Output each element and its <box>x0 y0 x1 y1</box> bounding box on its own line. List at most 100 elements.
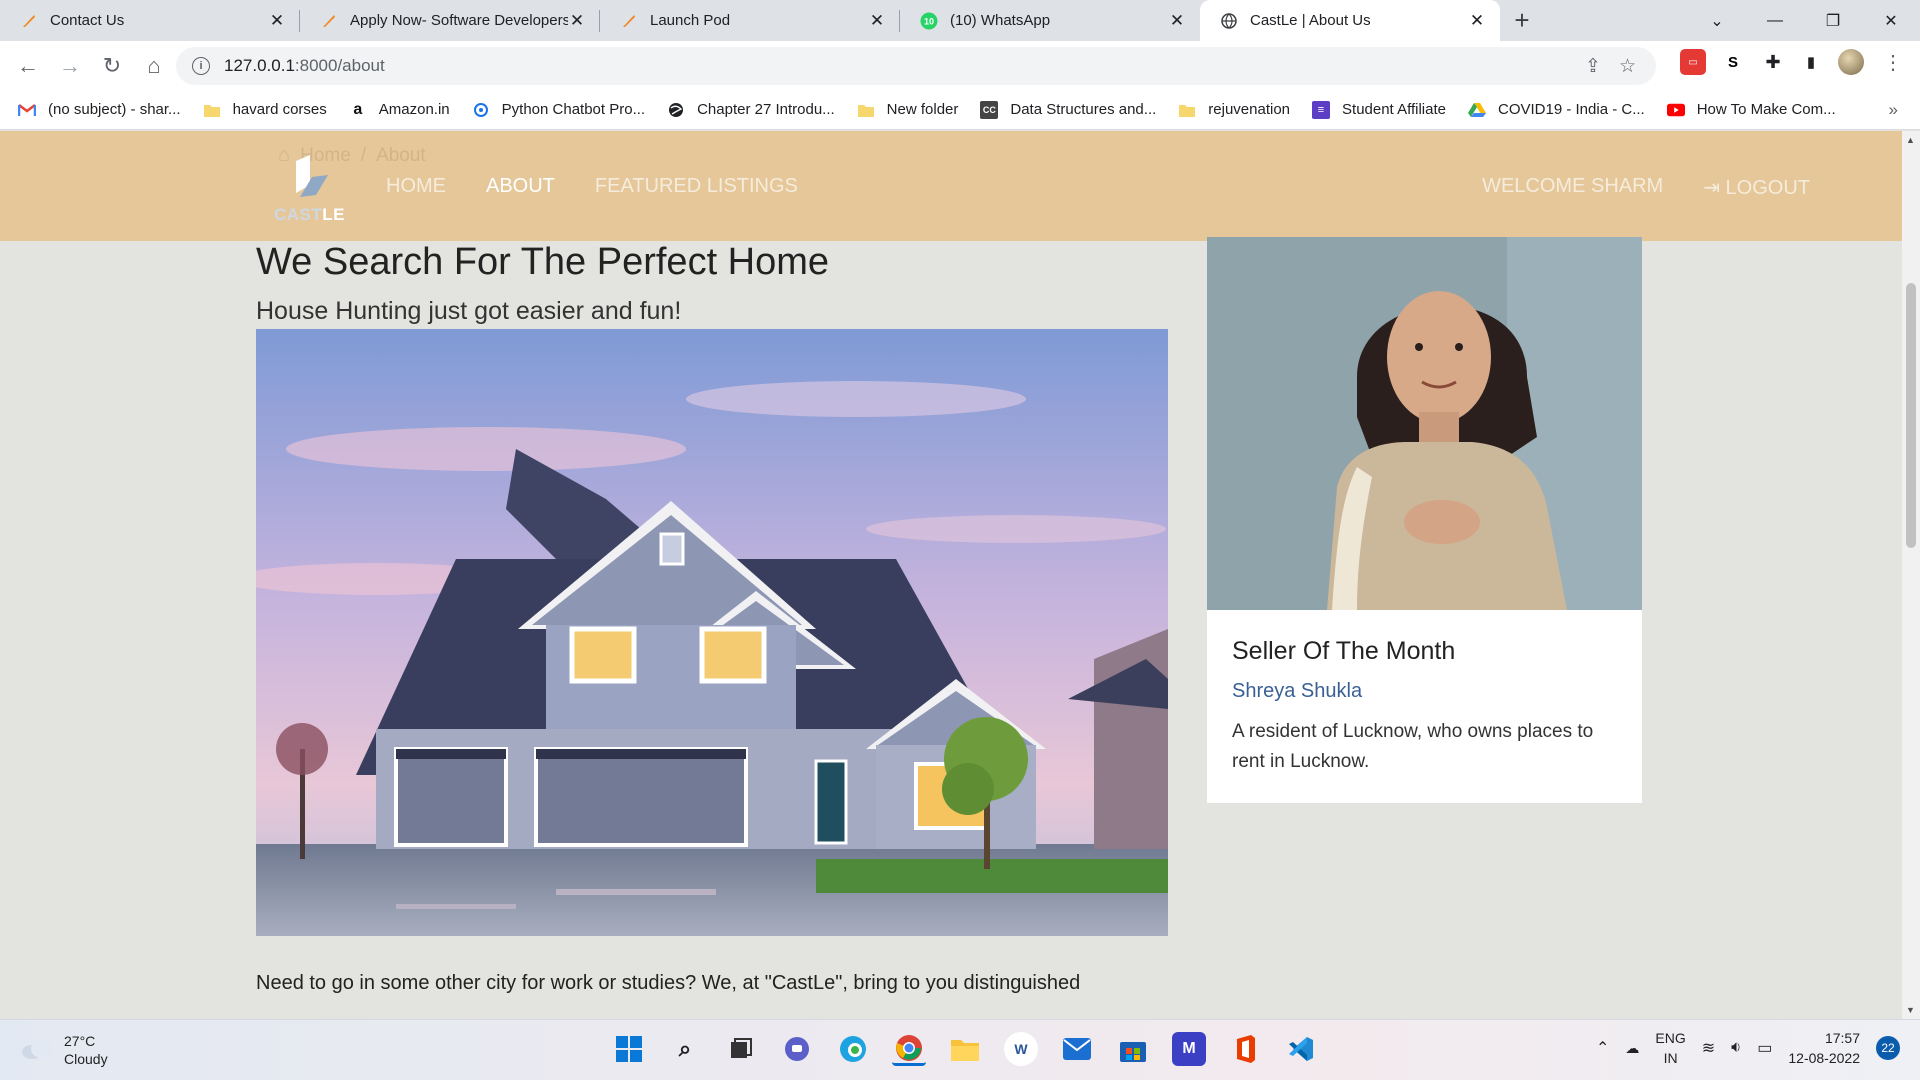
tab-search-icon[interactable]: ⌄ <box>1688 0 1746 41</box>
mail-icon[interactable] <box>1060 1032 1094 1066</box>
close-icon[interactable]: ✕ <box>868 11 886 31</box>
logout-link[interactable]: ⇥ LOGOUT <box>1703 175 1810 200</box>
bookmark-rejuvenation[interactable]: rejuvenation <box>1178 101 1290 119</box>
bookmark-chapter-27[interactable]: Chapter 27 Introdu... <box>667 101 835 119</box>
bookmark-data-structures[interactable]: CC Data Structures and... <box>980 100 1156 119</box>
address-bar[interactable]: i 127.0.0.1:8000/about ⇪ ☆ <box>176 47 1656 85</box>
bookmark-how-to-make[interactable]: How To Make Com... <box>1666 101 1836 119</box>
share-icon[interactable]: ⇪ <box>1585 55 1601 78</box>
globe-icon <box>667 101 685 119</box>
bookmark-covid19[interactable]: COVID19 - India - C... <box>1467 101 1645 119</box>
edge-icon[interactable] <box>836 1032 870 1066</box>
more-bookmarks-icon[interactable]: » <box>1889 100 1898 120</box>
page-scrollbar[interactable]: ▲ ▼ <box>1902 131 1920 1019</box>
bookmark-new-folder[interactable]: New folder <box>857 101 959 119</box>
store-icon[interactable] <box>1116 1032 1150 1066</box>
nav-featured-listings[interactable]: FEATURED LISTINGS <box>595 175 798 198</box>
main-nav: HOME ABOUT FEATURED LISTINGS <box>386 175 798 198</box>
reload-button[interactable]: ↻ <box>92 46 132 86</box>
home-button[interactable]: ⌂ <box>134 46 174 86</box>
onedrive-icon[interactable]: ☁ <box>1625 1040 1639 1057</box>
gmail-icon <box>18 101 36 119</box>
battery-icon[interactable]: ▭ <box>1757 1038 1772 1058</box>
close-window-button[interactable]: ✕ <box>1862 0 1920 41</box>
bookmark-harvard[interactable]: havard corses <box>203 101 327 119</box>
weather-widget[interactable]: 27°C Cloudy <box>20 1032 108 1068</box>
seller-name[interactable]: Shreya Shukla <box>1232 680 1362 703</box>
new-tab-button[interactable]: + <box>1500 0 1544 41</box>
about-body-text: Need to go in some other city for work o… <box>256 972 1081 994</box>
scroll-down-icon[interactable]: ▼ <box>1906 1005 1915 1015</box>
tab-title: Contact Us <box>50 12 125 29</box>
scroll-up-icon[interactable]: ▲ <box>1906 135 1915 145</box>
bookmark-label: Amazon.in <box>378 101 450 118</box>
folder-icon <box>1178 101 1196 119</box>
menu-icon[interactable]: ⋮ <box>1880 49 1906 75</box>
tab-castle-about[interactable]: CastLe | About Us ✕ <box>1200 0 1500 41</box>
site-navbar: ⌂ Home / About CASTLE HOME ABOUT FEATURE… <box>0 131 1902 241</box>
site-info-icon[interactable]: i <box>192 57 210 75</box>
weather-temp: 27°C <box>64 1033 96 1049</box>
back-button[interactable]: ← <box>8 46 48 86</box>
close-icon[interactable]: ✕ <box>268 11 286 31</box>
chrome-icon[interactable] <box>892 1032 926 1066</box>
close-icon[interactable]: ✕ <box>568 11 586 31</box>
extension-s-icon[interactable]: S <box>1720 49 1746 75</box>
restore-button[interactable]: ❐ <box>1804 0 1862 41</box>
tab-apply-now[interactable]: Apply Now- Software Developers ✕ <box>300 0 600 41</box>
app-m-icon[interactable]: M <box>1172 1032 1206 1066</box>
browser-toolbar: ← → ↻ ⌂ i 127.0.0.1:8000/about ⇪ ☆ ▭ S ✚… <box>0 41 1920 90</box>
wifi-icon[interactable]: ≋ <box>1702 1038 1715 1058</box>
clock[interactable]: 17:57 12-08-2022 <box>1788 1028 1860 1068</box>
close-icon[interactable]: ✕ <box>1468 11 1486 31</box>
nav-home[interactable]: HOME <box>386 175 446 198</box>
castle-logo[interactable]: CASTLE <box>270 155 346 224</box>
seller-card-title: Seller Of The Month <box>1232 637 1456 665</box>
folder-icon <box>857 101 875 119</box>
scrollbar-thumb[interactable] <box>1906 283 1916 548</box>
logout-label: LOGOUT <box>1725 177 1810 199</box>
file-explorer-icon[interactable] <box>948 1032 982 1066</box>
chevron-up-icon[interactable]: ⌃ <box>1596 1038 1609 1058</box>
bookmark-student-affiliate[interactable]: ≡ Student Affiliate <box>1312 100 1446 119</box>
system-tray: ⌃ ☁ ENG IN ≋ 🔉︎ ▭ 17:57 12-08-2022 22 <box>1596 1028 1900 1068</box>
word-icon[interactable]: W <box>1004 1032 1038 1066</box>
region-code: IN <box>1663 1050 1678 1066</box>
windows-start-icon[interactable] <box>612 1032 646 1066</box>
office-icon[interactable] <box>1228 1032 1262 1066</box>
side-panel-icon[interactable]: ▮ <box>1798 49 1824 75</box>
bookmark-amazon[interactable]: a Amazon.in <box>349 101 450 119</box>
tab-launch-pod[interactable]: Launch Pod ✕ <box>600 0 900 41</box>
cc-icon: CC <box>980 100 999 119</box>
forward-button[interactable]: → <box>50 46 90 86</box>
avatar[interactable] <box>1838 49 1864 75</box>
tab-title: Apply Now- Software Developers <box>350 12 568 29</box>
search-icon[interactable]: ⌕ <box>668 1032 702 1066</box>
nav-about[interactable]: ABOUT <box>486 175 555 198</box>
tab-contact-us[interactable]: Contact Us ✕ <box>0 0 300 41</box>
input-language[interactable]: ENG IN <box>1655 1028 1685 1068</box>
bookmark-label: (no subject) - shar... <box>48 101 181 118</box>
minimize-button[interactable]: — <box>1746 0 1804 41</box>
tab-whatsapp[interactable]: 10 (10) WhatsApp ✕ <box>900 0 1200 41</box>
bookmark-star-icon[interactable]: ☆ <box>1619 55 1636 78</box>
list-icon: ≡ <box>1312 100 1331 119</box>
task-view-icon[interactable] <box>724 1032 758 1066</box>
teams-chat-icon[interactable] <box>780 1032 814 1066</box>
bookmark-label: Student Affiliate <box>1342 101 1446 118</box>
taskbar-apps: ⌕ W M <box>612 1032 1318 1066</box>
bookmark-label: How To Make Com... <box>1696 101 1836 118</box>
notification-badge[interactable]: 22 <box>1876 1036 1900 1060</box>
welcome-user[interactable]: WELCOME SHARM <box>1482 175 1663 200</box>
breadcrumb-current: About <box>376 144 426 166</box>
bookmark-label: COVID19 - India - C... <box>1497 101 1645 118</box>
bookmark-python-chatbot[interactable]: Python Chatbot Pro... <box>472 101 645 119</box>
puzzle-icon[interactable]: ✚ <box>1760 49 1786 75</box>
bookmark-label: New folder <box>886 101 959 118</box>
sign-out-icon: ⇥ <box>1703 177 1726 199</box>
volume-icon[interactable]: 🔉︎ <box>1731 1039 1741 1057</box>
extension-icon[interactable]: ▭ <box>1680 49 1706 75</box>
close-icon[interactable]: ✕ <box>1168 11 1186 31</box>
vscode-icon[interactable] <box>1284 1032 1318 1066</box>
bookmark-gmail[interactable]: (no subject) - shar... <box>18 101 181 119</box>
